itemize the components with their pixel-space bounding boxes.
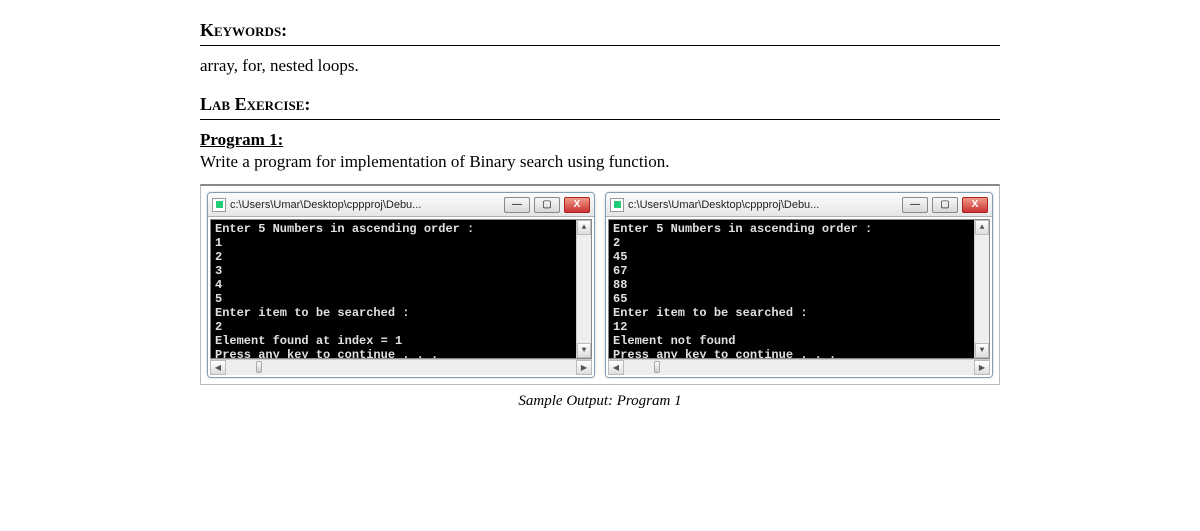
close-button[interactable]: X — [962, 197, 988, 213]
scroll-left-icon[interactable]: ◀ — [608, 360, 624, 375]
maximize-button[interactable]: ▢ — [534, 197, 560, 213]
horizontal-scrollbar[interactable]: ◀ ▶ — [210, 359, 592, 375]
app-icon — [212, 198, 226, 212]
scroll-thumb[interactable] — [654, 361, 660, 373]
titlebar-left: c:\Users\Umar\Desktop\cppproj\Debu... — … — [208, 193, 594, 217]
maximize-button[interactable]: ▢ — [932, 197, 958, 213]
horizontal-scrollbar[interactable]: ◀ ▶ — [608, 359, 990, 375]
scroll-up-icon[interactable]: ▲ — [975, 220, 989, 235]
scroll-thumb[interactable] — [256, 361, 262, 373]
scroll-left-icon[interactable]: ◀ — [210, 360, 226, 375]
minimize-button[interactable]: — — [902, 197, 928, 213]
scroll-down-icon[interactable]: ▼ — [975, 343, 989, 358]
console-output-left: Enter 5 Numbers in ascending order : 1 2… — [210, 219, 592, 359]
program-1-description: Write a program for implementation of Bi… — [200, 152, 1000, 172]
console-window-left: c:\Users\Umar\Desktop\cppproj\Debu... — … — [207, 192, 595, 378]
window-title-left: c:\Users\Umar\Desktop\cppproj\Debu... — [230, 199, 500, 211]
scroll-up-icon[interactable]: ▲ — [577, 220, 591, 235]
figure-caption: Sample Output: Program 1 — [200, 393, 1000, 410]
vertical-scrollbar[interactable]: ▲▼ — [576, 220, 591, 358]
app-icon — [610, 198, 624, 212]
minimize-button[interactable]: — — [504, 197, 530, 213]
program-1-label: Program 1: — [200, 130, 1000, 150]
sample-outputs-container: c:\Users\Umar\Desktop\cppproj\Debu... — … — [200, 184, 1000, 385]
window-title-right: c:\Users\Umar\Desktop\cppproj\Debu... — [628, 199, 898, 211]
titlebar-right: c:\Users\Umar\Desktop\cppproj\Debu... — … — [606, 193, 992, 217]
close-button[interactable]: X — [564, 197, 590, 213]
console-output-right: Enter 5 Numbers in ascending order : 2 4… — [608, 219, 990, 359]
keywords-text: array, for, nested loops. — [200, 56, 1000, 76]
scroll-right-icon[interactable]: ▶ — [576, 360, 592, 375]
keywords-heading: Keywords: — [200, 20, 1000, 46]
vertical-scrollbar[interactable]: ▲▼ — [974, 220, 989, 358]
lab-exercise-heading: Lab Exercise: — [200, 94, 1000, 120]
scroll-down-icon[interactable]: ▼ — [577, 343, 591, 358]
scroll-right-icon[interactable]: ▶ — [974, 360, 990, 375]
console-window-right: c:\Users\Umar\Desktop\cppproj\Debu... — … — [605, 192, 993, 378]
